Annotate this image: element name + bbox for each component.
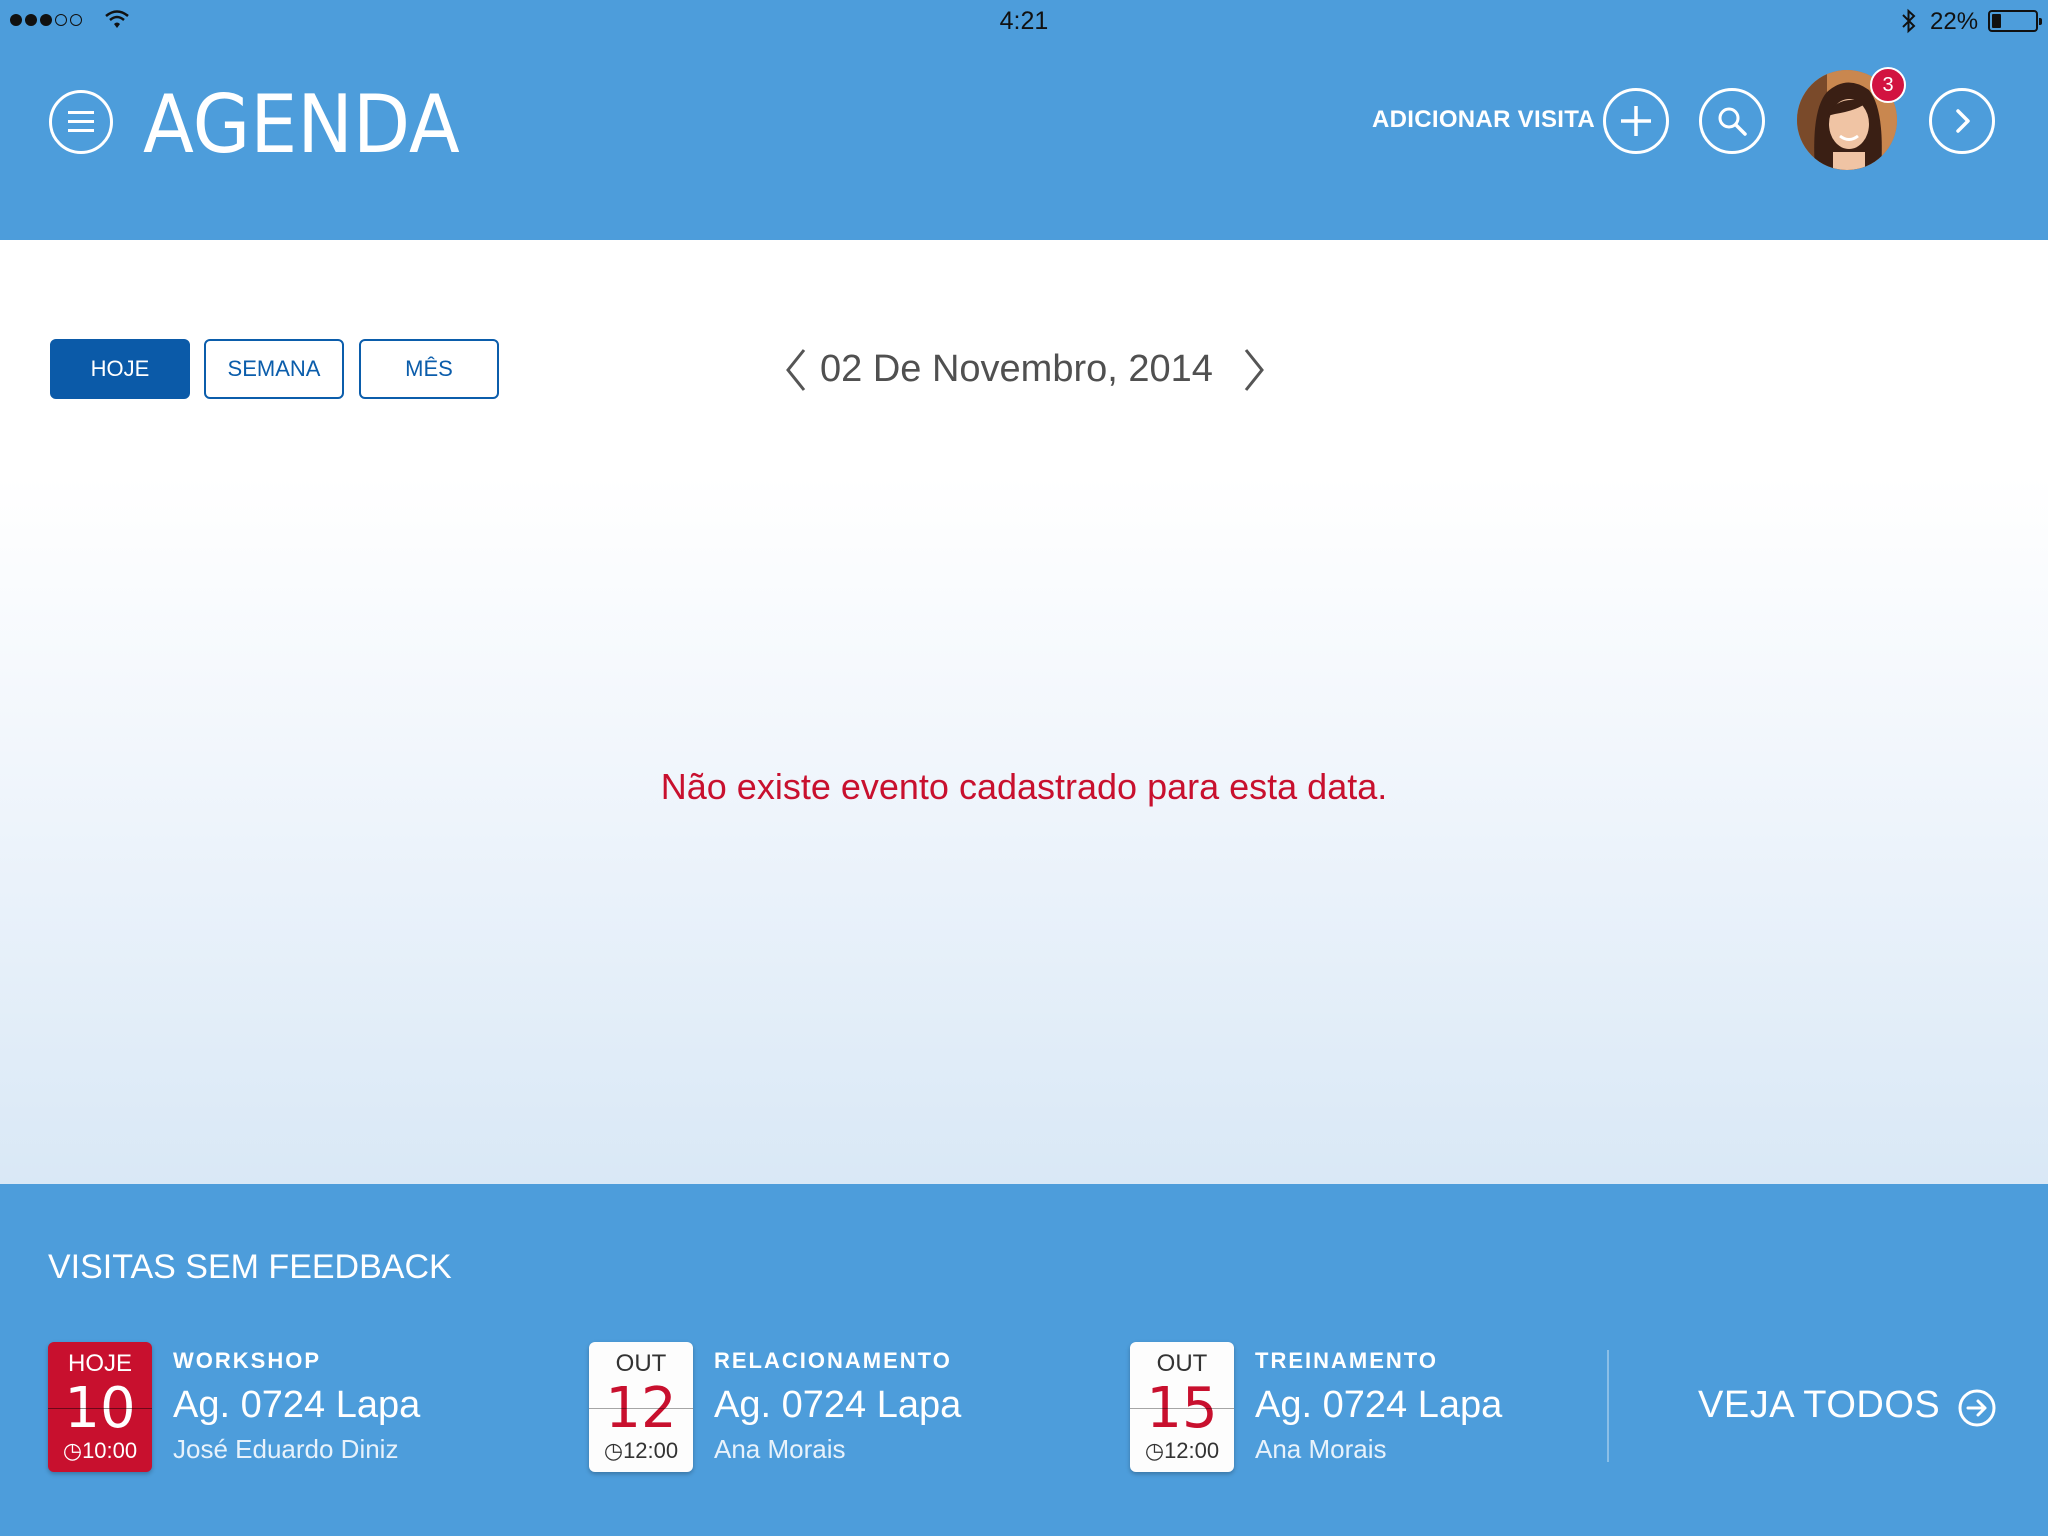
visits-without-feedback-panel: VISITAS SEM FEEDBACK HOJE 10 ◷10:00 WORK… [0, 1184, 2048, 1536]
calendar-time: 10:00 [82, 1438, 138, 1463]
visit-type: RELACIONAMENTO [714, 1348, 952, 1373]
app-header: 4:21 22% AGENDA ADICIONAR VISITA 3 [0, 0, 2048, 240]
calendar-badge: OUT 15 ◷12:00 [1130, 1342, 1234, 1472]
menu-icon [68, 111, 94, 114]
calendar-time: 12:00 [1164, 1438, 1220, 1463]
visit-place: Ag. 0724 Lapa [714, 1384, 962, 1426]
calendar-badge: HOJE 10 ◷10:00 [48, 1342, 152, 1472]
menu-button[interactable] [49, 90, 113, 154]
visit-card[interactable]: HOJE 10 ◷10:00 WORKSHOP Ag. 0724 Lapa Jo… [48, 1342, 578, 1474]
date-navigator: 02 De Novembro, 2014 [780, 340, 1270, 400]
current-date: 02 De Novembro, 2014 [820, 348, 1213, 390]
bluetooth-icon [1902, 8, 1916, 34]
clock-icon: ◷ [603, 1438, 624, 1463]
visit-card[interactable]: OUT 15 ◷12:00 TREINAMENTO Ag. 0724 Lapa … [1130, 1342, 1660, 1474]
page-title: AGENDA [143, 78, 460, 171]
calendar-month: OUT [615, 1350, 667, 1377]
add-visit-button[interactable] [1603, 88, 1669, 154]
calendar-month: OUT [1156, 1350, 1208, 1377]
visit-type: TREINAMENTO [1255, 1348, 1438, 1373]
battery-icon [1988, 10, 2042, 32]
visit-card[interactable]: OUT 12 ◷12:00 RELACIONAMENTO Ag. 0724 La… [589, 1342, 1119, 1474]
calendar-month: HOJE [67, 1350, 132, 1377]
visit-person: Ana Morais [1255, 1434, 1387, 1464]
clock-icon: ◷ [1144, 1438, 1165, 1463]
add-visit-label[interactable]: ADICIONAR VISITA [1372, 106, 1595, 134]
arrow-right-circle-icon[interactable] [1957, 1388, 1997, 1428]
next-button[interactable] [1929, 88, 1995, 154]
chevron-left-icon[interactable] [780, 340, 812, 400]
status-clock: 4:21 [999, 7, 1049, 35]
filter-month-button[interactable]: MÊS [359, 339, 499, 399]
notification-badge: 3 [1870, 67, 1906, 103]
section-title: VISITAS SEM FEEDBACK [48, 1248, 452, 1286]
visit-person: Ana Morais [714, 1434, 846, 1464]
calendar-badge: OUT 12 ◷12:00 [589, 1342, 693, 1472]
visit-type: WORKSHOP [173, 1348, 321, 1373]
visit-place: Ag. 0724 Lapa [173, 1384, 421, 1426]
filter-week-button[interactable]: SEMANA [204, 339, 344, 399]
filter-today-button[interactable]: HOJE [50, 339, 190, 399]
calendar-time: 12:00 [623, 1438, 679, 1463]
chevron-right-icon [1956, 109, 1970, 133]
empty-state-message: Não existe evento cadastrado para esta d… [660, 766, 1388, 807]
divider [1607, 1350, 1609, 1462]
chevron-right-icon[interactable] [1238, 340, 1270, 400]
battery-percent: 22% [1930, 8, 1979, 35]
clock-icon: ◷ [62, 1438, 83, 1463]
plus-icon [1621, 106, 1651, 136]
search-icon [1718, 107, 1747, 136]
visit-place: Ag. 0724 Lapa [1255, 1384, 1503, 1426]
battery-fill [1992, 14, 2001, 28]
see-all-link[interactable]: VEJA TODOS [1698, 1384, 1940, 1427]
agenda-content: HOJE SEMANA MÊS 02 De Novembro, 2014 Não… [0, 240, 2048, 1184]
status-bar: 4:21 22% [0, 0, 2048, 42]
search-button[interactable] [1699, 88, 1765, 154]
visit-person: José Eduardo Diniz [173, 1434, 399, 1464]
